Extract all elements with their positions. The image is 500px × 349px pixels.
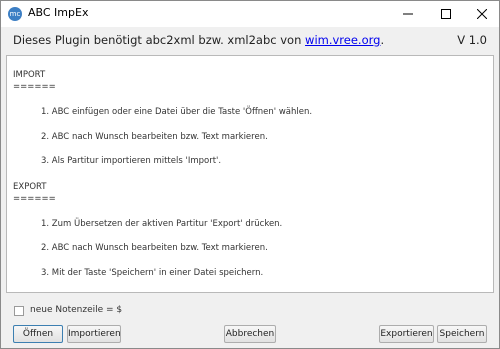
import-step-2: 2. ABC nach Wunsch bearbeiten bzw. Text …	[41, 132, 268, 142]
window-title: ABC ImpEx	[28, 6, 89, 19]
app-icon: mc	[8, 7, 22, 21]
export-heading: EXPORT	[13, 182, 47, 192]
maximize-button[interactable]	[429, 1, 463, 27]
open-button[interactable]: Öffnen	[13, 325, 63, 343]
requirement-text: Dieses Plugin benötigt abc2xml bzw. xml2…	[13, 33, 306, 47]
save-button[interactable]: Speichern	[437, 325, 487, 343]
close-icon	[477, 9, 487, 19]
website-link[interactable]: wim.vree.org	[305, 33, 380, 47]
version-label: V 1.0	[457, 33, 487, 47]
import-heading: IMPORT	[13, 70, 46, 80]
close-button[interactable]	[465, 1, 499, 27]
newline-checkbox-label: neue Notenzeile = $	[30, 305, 123, 315]
import-button[interactable]: Importieren	[67, 325, 121, 343]
cancel-button[interactable]: Abbrechen	[224, 325, 276, 343]
export-step-1: 1. Zum Übersetzen der aktiven Partitur '…	[41, 219, 283, 229]
newline-checkbox[interactable]	[14, 306, 24, 316]
plugin-header: Dieses Plugin benötigt abc2xml bzw. xml2…	[1, 27, 499, 51]
import-step-3: 3. Als Partitur importieren mittels 'Imp…	[41, 156, 222, 166]
maximize-icon	[441, 9, 451, 19]
abc-text-area[interactable]: IMPORT ====== 1. ABC einfügen oder eine …	[6, 55, 494, 293]
import-underline: ======	[13, 82, 56, 92]
requirement-suffix: .	[380, 33, 385, 47]
title-bar[interactable]: mc ABC ImpEx	[1, 1, 499, 27]
export-step-2: 2. ABC nach Wunsch bearbeiten bzw. Text …	[41, 243, 268, 253]
minimize-icon	[403, 13, 413, 15]
import-step-1: 1. ABC einfügen oder eine Datei über die…	[41, 107, 313, 117]
requirement-message: Dieses Plugin benötigt abc2xml bzw. xml2…	[13, 33, 384, 47]
minimize-button[interactable]	[391, 1, 425, 27]
export-step-3: 3. Mit der Taste 'Speichern' in einer Da…	[41, 268, 264, 278]
export-underline: ======	[13, 194, 56, 204]
plugin-window: mc ABC ImpEx Dieses Plugin benötigt abc2…	[0, 0, 500, 349]
export-button[interactable]: Exportieren	[379, 325, 434, 343]
